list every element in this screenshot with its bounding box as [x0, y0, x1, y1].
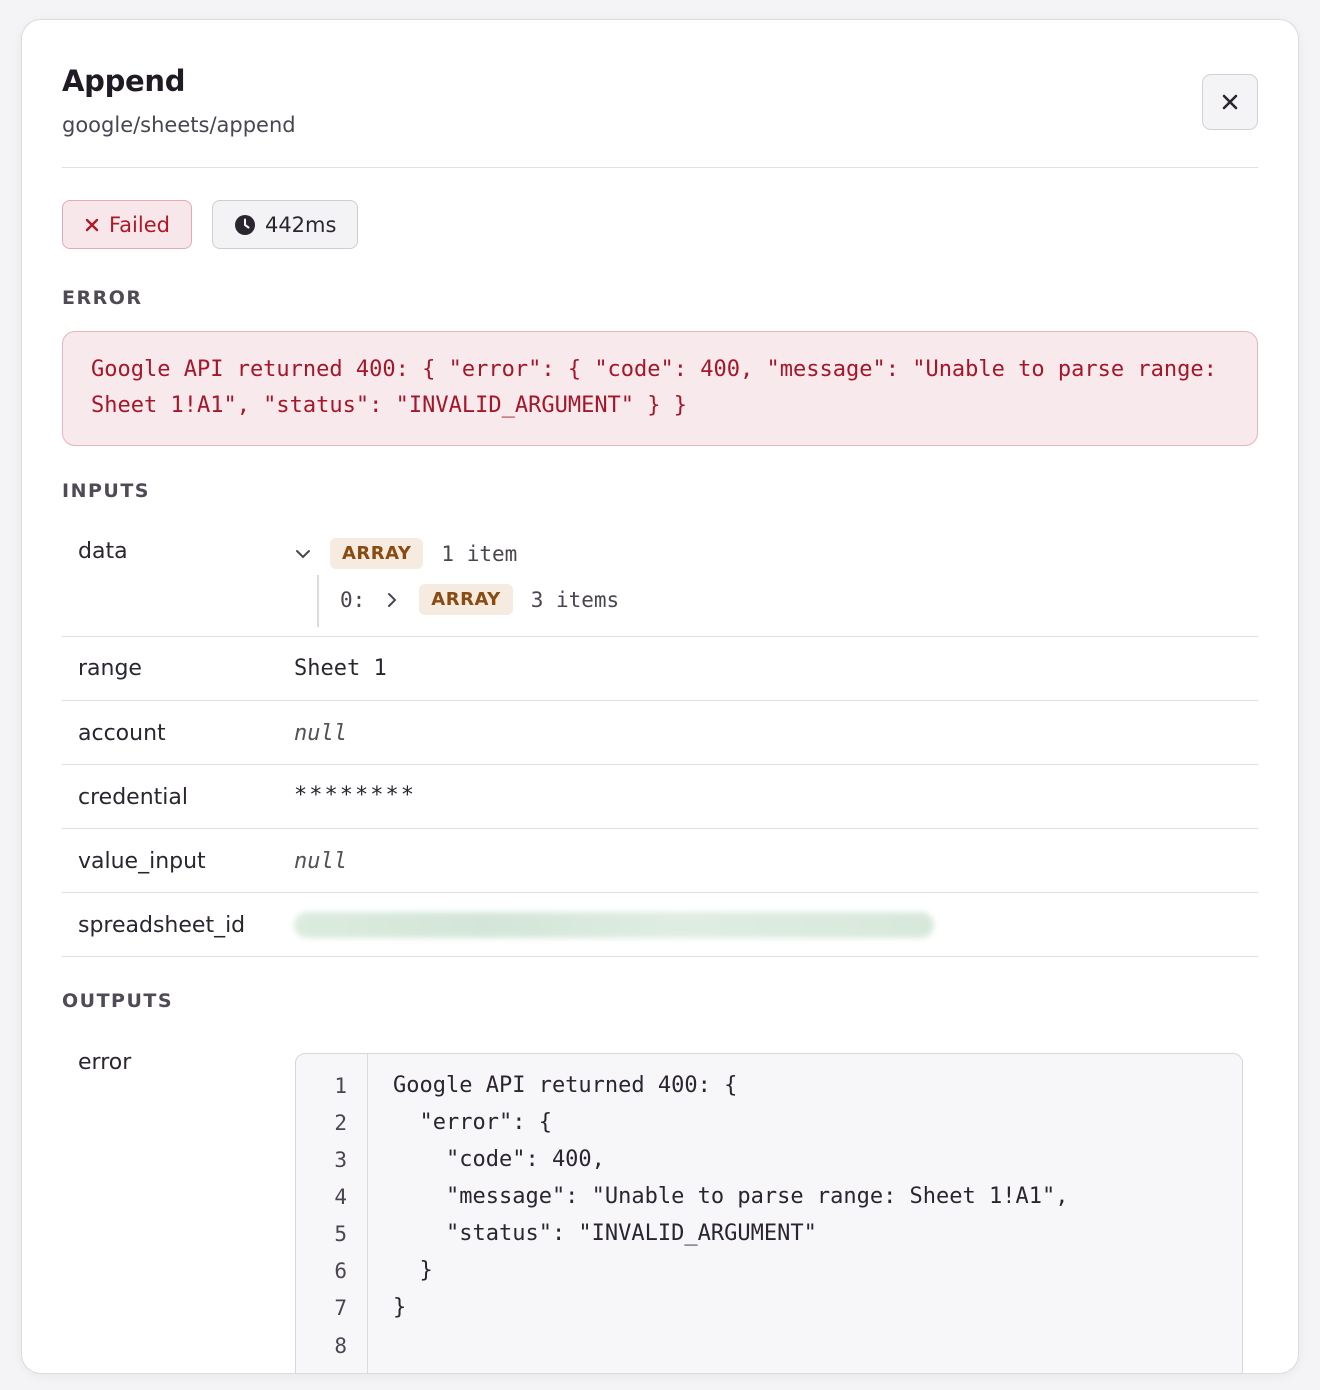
input-value: null	[294, 849, 347, 874]
inputs-section-label: INPUTS	[62, 480, 150, 502]
type-chip: ARRAY	[330, 538, 424, 569]
close-button[interactable]	[1202, 74, 1258, 130]
duration-label: 442ms	[264, 212, 337, 237]
run-detail-panel: Append google/sheets/append Failed 442ms…	[21, 19, 1299, 1374]
output-key: error	[78, 1050, 132, 1075]
input-row-account: account null	[62, 701, 1258, 765]
chevron-right-icon[interactable]	[383, 591, 401, 609]
type-chip: ARRAY	[419, 584, 513, 615]
clock-icon	[234, 214, 255, 235]
code-line: }	[393, 1295, 407, 1320]
line-number: 5	[334, 1222, 347, 1246]
input-key: value_input	[78, 849, 206, 874]
line-number: 8	[334, 1334, 347, 1358]
input-key: account	[78, 721, 166, 746]
status-badge: Failed	[62, 200, 192, 249]
x-icon	[85, 218, 99, 231]
input-key: range	[78, 656, 142, 681]
code-line: Google API returned 400: {	[393, 1073, 738, 1098]
input-value: Sheet 1	[294, 656, 387, 681]
line-number-gutter: 1 2 3 4 5 6 7 8	[296, 1054, 368, 1373]
status-label: Failed	[109, 212, 170, 237]
input-row-spreadsheet-id: spreadsheet_id	[62, 893, 1258, 957]
node-path: google/sheets/append	[62, 113, 296, 137]
page-title: Append	[62, 64, 186, 98]
item-count: 1 item	[441, 541, 518, 566]
line-number: 7	[334, 1296, 347, 1320]
input-row-data: data ARRAY 1 item 0: ARRAY 3 items	[62, 525, 1258, 637]
masked-value: ********	[294, 783, 416, 808]
code-line: "status": "INVALID_ARGUMENT"	[393, 1221, 817, 1246]
panel-header: Append google/sheets/append	[62, 20, 1258, 168]
input-key: credential	[78, 785, 188, 810]
code-line: "error": {	[393, 1110, 552, 1135]
code-line: "message": "Unable to parse range: Sheet…	[393, 1184, 1069, 1209]
close-icon	[1222, 94, 1238, 110]
output-code-viewer[interactable]: 1 2 3 4 5 6 7 8 Google API returned 400:…	[295, 1053, 1243, 1373]
input-key: data	[78, 539, 128, 564]
input-row-range: range Sheet 1	[62, 637, 1258, 701]
line-number: 6	[334, 1259, 347, 1283]
line-number: 4	[334, 1185, 347, 1209]
input-row-credential: credential ********	[62, 765, 1258, 829]
input-row-value-input: value_input null	[62, 829, 1258, 893]
input-key: spreadsheet_id	[78, 913, 246, 938]
line-number: 3	[334, 1148, 347, 1172]
error-section-label: ERROR	[62, 287, 143, 309]
inputs-table: data ARRAY 1 item 0: ARRAY 3 items range…	[62, 525, 1258, 957]
code-line: }	[393, 1258, 433, 1283]
array-index: 0:	[340, 587, 366, 612]
input-value: null	[294, 721, 347, 746]
outputs-section-label: OUTPUTS	[62, 990, 174, 1012]
chevron-down-icon[interactable]	[294, 545, 312, 563]
line-number: 1	[334, 1074, 347, 1098]
duration-badge: 442ms	[211, 200, 359, 249]
error-message-box: Google API returned 400: { "error": { "c…	[62, 331, 1258, 446]
code-line: "code": 400,	[393, 1147, 605, 1172]
redacted-value	[294, 912, 934, 944]
item-count: 3 items	[530, 587, 620, 612]
status-badges: Failed 442ms	[62, 200, 359, 249]
line-number: 2	[334, 1111, 347, 1135]
